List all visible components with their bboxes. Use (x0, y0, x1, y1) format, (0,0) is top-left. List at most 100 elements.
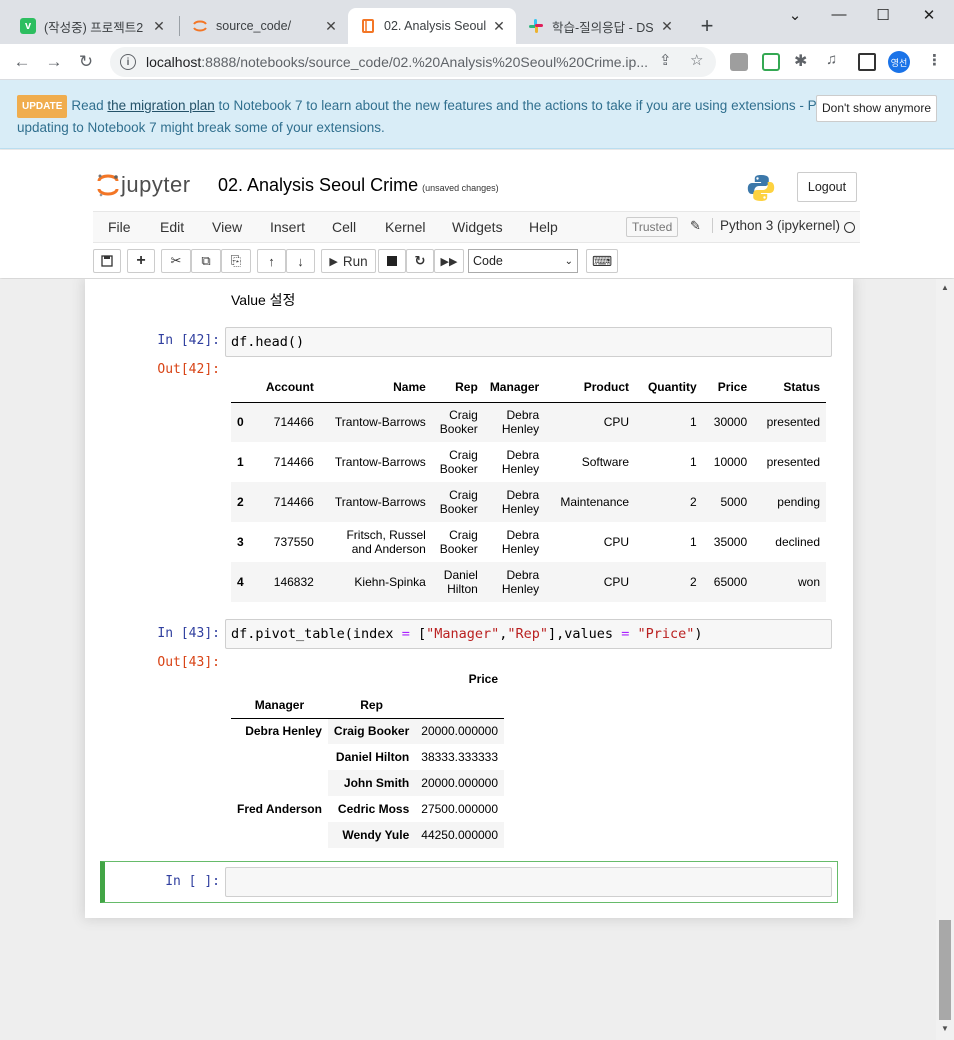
kernel-name[interactable]: Python 3 (ipykernel) (712, 218, 840, 233)
menu-bar: File Edit View Insert Cell Kernel Widget… (93, 211, 860, 243)
menu-kernel[interactable]: Kernel (385, 219, 425, 235)
trusted-indicator[interactable]: Trusted (626, 217, 679, 237)
cell-product: CPU (603, 415, 630, 430)
output-prompt-43: Out[43]: (157, 655, 220, 670)
maximize-button[interactable]: ☐ (868, 6, 898, 24)
close-icon[interactable]: ✕ (658, 18, 676, 35)
profile-avatar[interactable]: 영선 (888, 51, 910, 73)
menu-edit[interactable]: Edit (160, 219, 184, 235)
row-index: 2 (237, 495, 244, 509)
cell-status: presented (766, 455, 820, 469)
code-token: = (401, 626, 410, 642)
side-panel-icon[interactable] (858, 53, 876, 71)
cell-product: Software (581, 455, 630, 469)
site-info-icon[interactable]: i (120, 54, 136, 70)
close-icon[interactable]: ✕ (322, 18, 340, 35)
markdown-cell-text[interactable]: Value 설정 (231, 290, 295, 310)
run-button[interactable]: ▶ Run (321, 249, 376, 273)
code-cell-43-input[interactable]: df.pivot_table(index = ["Manager","Rep"]… (225, 619, 832, 649)
forward-icon[interactable]: → (42, 50, 66, 74)
insert-cell-button[interactable]: + (127, 249, 155, 273)
tab-title: 02. Analysis Seoul (384, 19, 487, 33)
cell-price: 35000 (713, 535, 748, 549)
index-name-rep: Rep (360, 697, 383, 712)
bookmark-star-icon[interactable]: ☆ (690, 51, 703, 69)
extension-avatar-icon[interactable] (730, 53, 748, 71)
more-menu-icon[interactable]: ⋮ (927, 51, 942, 69)
code-cell-42-input[interactable]: df.head() (225, 327, 832, 357)
tab-search-icon[interactable]: ⌄ (780, 6, 810, 24)
rep-label: Cedric Moss (337, 802, 410, 816)
scroll-up-icon[interactable]: ▲ (936, 283, 954, 292)
browser-tab-3-active[interactable]: 02. Analysis Seoul ✕ (348, 8, 516, 44)
restart-kernel-button[interactable]: ↻ (406, 249, 434, 273)
manager-label: Debra Henley (231, 718, 328, 744)
copy-button[interactable]: ⧉ (191, 249, 221, 273)
page-scrollbar[interactable]: ▲ ▼ (936, 279, 954, 1040)
code-token: df.pivot_table(index (231, 626, 402, 642)
notebook-title[interactable]: 02. Analysis Seoul Crime (unsaved changes… (218, 175, 499, 196)
cell-rep: Craig Booker (439, 408, 478, 437)
cell-type-value: Code (473, 254, 503, 268)
browser-tab-2[interactable]: source_code/ ✕ (180, 8, 348, 44)
browser-tab-1[interactable]: v (작성중) 프로젝트2 ✕ (8, 8, 176, 44)
minimize-button[interactable]: — (824, 6, 854, 23)
menu-widgets[interactable]: Widgets (452, 219, 503, 235)
move-up-button[interactable]: ↑ (257, 249, 286, 273)
menu-view[interactable]: View (212, 219, 242, 235)
share-icon[interactable]: ⇪ (659, 51, 672, 69)
column-header: Price (717, 379, 748, 394)
column-header: Name (393, 379, 426, 394)
cell-name: Trantow-Barrows (334, 455, 426, 469)
chevron-down-icon: ⌄ (564, 255, 573, 267)
dont-show-anymore-button[interactable]: Don't show anymore (816, 95, 938, 122)
table-row: John Smith 20000.000000 (231, 770, 505, 796)
logout-button[interactable]: Logout (797, 172, 857, 202)
cell-manager: Debra Henley (501, 488, 540, 516)
cell-type-select[interactable]: Code ⌄ (468, 249, 578, 273)
migration-plan-link[interactable]: the migration plan (107, 98, 214, 113)
interrupt-button[interactable] (378, 249, 406, 273)
cell-status: won (797, 575, 820, 589)
empty-code-input[interactable] (225, 867, 832, 897)
close-icon[interactable]: ✕ (490, 18, 508, 35)
cell-account: 714466 (273, 495, 314, 509)
notebook-icon (360, 18, 376, 34)
cut-button[interactable]: ✂ (161, 249, 191, 273)
save-button[interactable] (93, 249, 121, 273)
scrollbar-thumb[interactable] (939, 920, 951, 1020)
paste-button[interactable]: ⎘ (221, 249, 251, 273)
pivot-table-output: Price Manager Rep Debra Henley Craig Boo… (231, 666, 505, 848)
menu-cell[interactable]: Cell (332, 219, 356, 235)
price-value: 27500.000000 (421, 802, 499, 816)
command-palette-button[interactable]: ⌨ (586, 249, 618, 273)
reload-icon[interactable]: ↻ (74, 50, 98, 74)
close-window-button[interactable]: ✕ (914, 6, 944, 24)
menu-file[interactable]: File (108, 219, 131, 235)
rep-label: Daniel Hilton (335, 750, 410, 764)
back-icon[interactable]: ← (10, 50, 34, 74)
table-row: 4 146832 Kiehn-Spinka Daniel Hilton Debr… (231, 562, 826, 602)
cell-account: 146832 (273, 575, 314, 589)
menu-insert[interactable]: Insert (270, 219, 305, 235)
save-icon (101, 255, 113, 267)
close-icon[interactable]: ✕ (150, 18, 168, 35)
new-tab-button[interactable]: + (695, 14, 719, 38)
manager-label (231, 744, 328, 770)
move-down-button[interactable]: ↓ (286, 249, 315, 273)
jupyter-logo-icon (97, 172, 119, 198)
scroll-down-icon[interactable]: ▼ (936, 1024, 954, 1033)
extensions-puzzle-icon[interactable]: ✱ (794, 51, 807, 71)
extension-screen-icon[interactable] (762, 53, 780, 71)
browser-tab-4[interactable]: 학습-질의응답 - DS ✕ (516, 8, 684, 44)
cell-rep: Craig Booker (439, 488, 478, 516)
value-column-header: Price (468, 672, 499, 686)
cell-manager: Debra Henley (501, 448, 540, 476)
update-badge: UPDATE (17, 95, 68, 118)
media-control-icon[interactable]: ♫ (826, 51, 837, 68)
menu-help[interactable]: Help (529, 219, 558, 235)
url-field[interactable]: i localhost:8888/notebooks/source_code/0… (110, 47, 716, 77)
restart-run-all-button[interactable]: ▶▶ (434, 249, 464, 273)
jupyter-logo[interactable]: jupyter (97, 172, 191, 198)
cell-status: pending (777, 495, 820, 509)
